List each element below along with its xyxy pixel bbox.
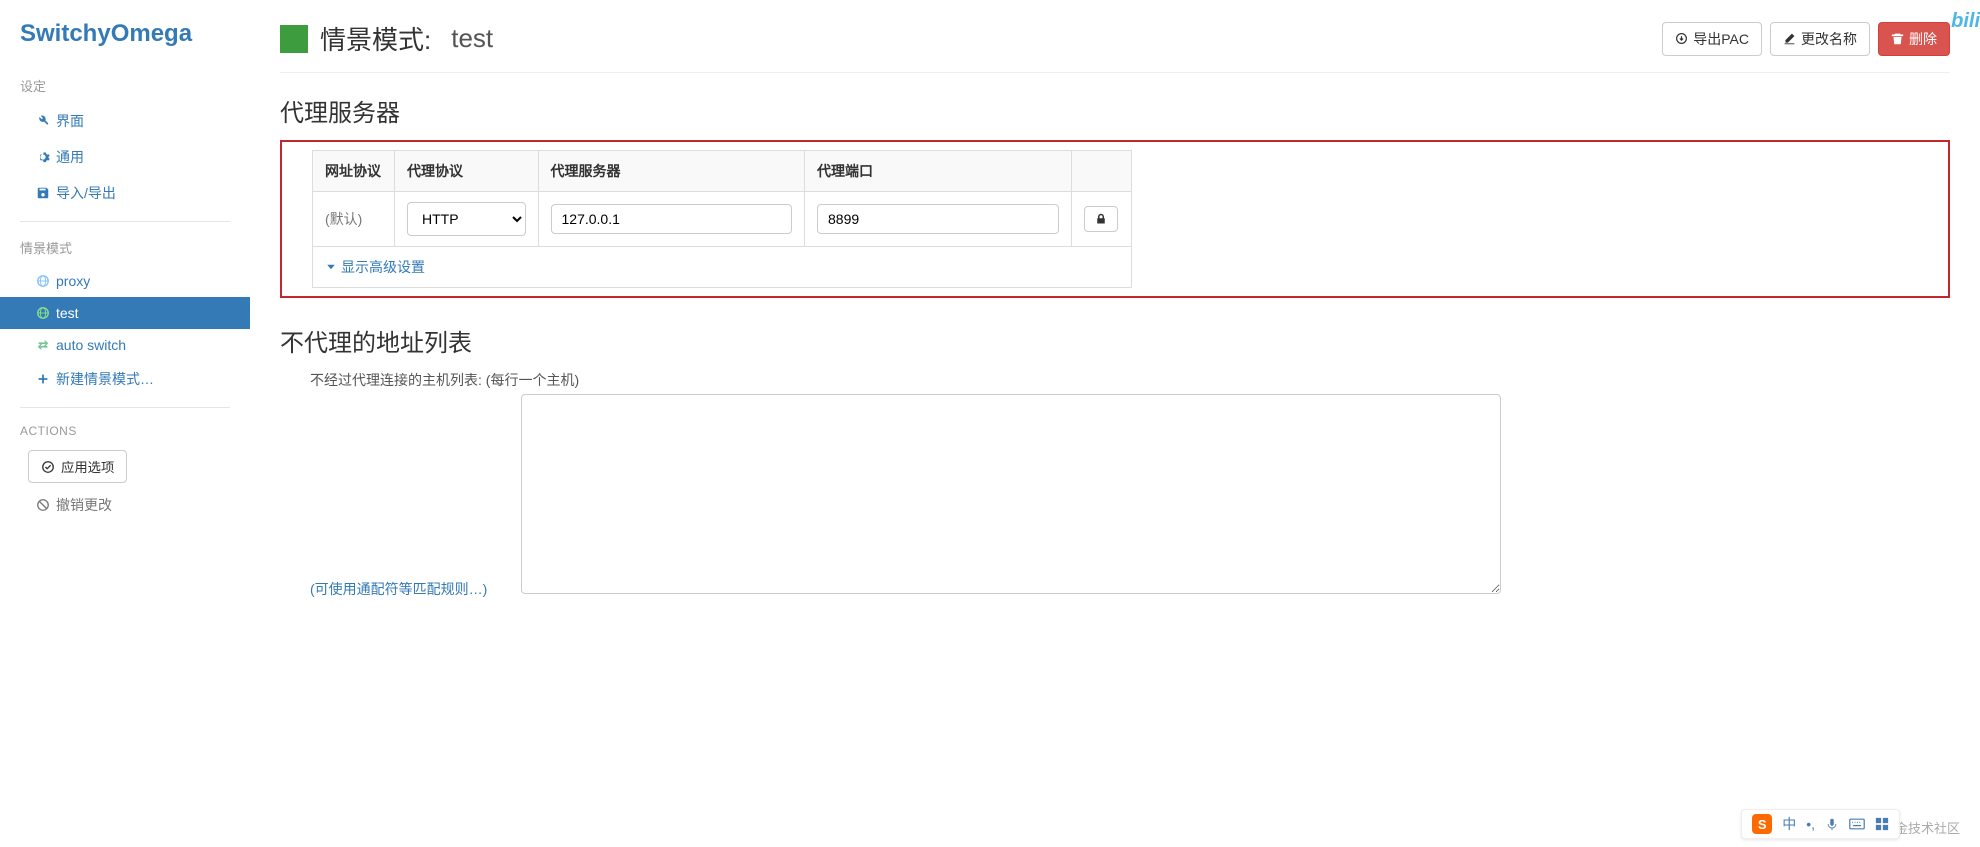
sidebar: SwitchyOmega 设定 界面 通用 导入/导出 情景模式 pro (0, 0, 250, 847)
mic-icon[interactable] (1825, 817, 1839, 831)
sidebar-label: 通用 (56, 147, 84, 167)
bypass-section-title: 不代理的地址列表 (280, 323, 1950, 358)
sidebar-label: test (56, 305, 79, 321)
sidebar-label: 导入/导出 (56, 183, 116, 203)
check-icon (41, 460, 55, 474)
ime-toolbar: S 中 •, (1741, 809, 1900, 839)
proxy-section-title: 代理服务器 (280, 93, 1950, 128)
rename-button[interactable]: 更改名称 (1770, 22, 1870, 56)
col-protocol: 代理协议 (395, 151, 539, 192)
divider (20, 407, 230, 408)
col-actions (1071, 151, 1132, 192)
col-server: 代理服务器 (538, 151, 805, 192)
server-input[interactable] (551, 204, 793, 234)
col-scheme: 网址协议 (313, 151, 395, 192)
protocol-select[interactable]: HTTP (407, 202, 526, 236)
proxy-row-default: (默认) HTTP (313, 192, 1132, 247)
settings-header: 设定 (0, 68, 250, 103)
show-advanced-link[interactable]: 显示高级设置 (325, 257, 425, 277)
brand-logo: SwitchyOmega (0, 20, 250, 68)
watermark-top: bili (1951, 10, 1980, 33)
sidebar-item-import-export[interactable]: 导入/导出 (0, 175, 250, 211)
bypass-textarea[interactable] (521, 394, 1501, 594)
page-title-prefix: 情景模式: (320, 20, 431, 57)
apply-options-button[interactable]: 应用选项 (28, 450, 127, 483)
sidebar-profile-test[interactable]: test (0, 297, 250, 329)
sidebar-item-interface[interactable]: 界面 (0, 103, 250, 139)
port-input[interactable] (817, 204, 1059, 234)
delete-button[interactable]: 删除 (1878, 22, 1950, 56)
chevron-down-icon (325, 261, 337, 273)
sidebar-new-profile[interactable]: 新建情景模式… (0, 361, 250, 397)
save-icon (36, 186, 50, 200)
page-header: 情景模式: test 导出PAC 更改名称 删除 (280, 20, 1950, 73)
advanced-row: 显示高级设置 (313, 247, 1132, 288)
ban-icon (36, 498, 50, 512)
trash-icon (1891, 32, 1904, 45)
proxy-table: 网址协议 代理协议 代理服务器 代理端口 (默认) HTTP (312, 150, 1132, 288)
grid-icon[interactable] (1875, 817, 1889, 831)
bypass-description: 不经过代理连接的主机列表: (每行一个主机) (310, 370, 1950, 390)
ime-punct[interactable]: •, (1806, 816, 1815, 832)
edit-icon (1783, 32, 1796, 45)
col-port: 代理端口 (805, 151, 1072, 192)
main-content: 情景模式: test 导出PAC 更改名称 删除 代理服务器 (250, 0, 1980, 847)
ime-lang[interactable]: 中 (1782, 814, 1796, 834)
discard-label: 撤销更改 (56, 495, 112, 515)
bypass-wildcard-link[interactable]: (可使用通配符等匹配规则…) (310, 579, 487, 599)
sidebar-label: auto switch (56, 337, 126, 353)
apply-label: 应用选项 (61, 457, 114, 476)
wrench-icon (36, 114, 50, 128)
discard-changes[interactable]: 撤销更改 (0, 487, 250, 523)
scheme-cell: (默认) (313, 192, 395, 247)
globe-icon (36, 274, 50, 288)
auth-lock-button[interactable] (1084, 206, 1118, 232)
download-icon (1675, 32, 1688, 45)
transfer-icon (36, 338, 50, 352)
sidebar-profile-proxy[interactable]: proxy (0, 265, 250, 297)
sidebar-profile-autoswitch[interactable]: auto switch (0, 329, 250, 361)
sidebar-item-general[interactable]: 通用 (0, 139, 250, 175)
profiles-header: 情景模式 (0, 230, 250, 265)
keyboard-icon[interactable] (1849, 818, 1865, 830)
plus-icon (36, 372, 50, 386)
sogou-icon[interactable]: S (1752, 814, 1772, 834)
lock-icon (1095, 213, 1107, 225)
gear-icon (36, 150, 50, 164)
sidebar-label: 界面 (56, 111, 84, 131)
sidebar-label: proxy (56, 273, 90, 289)
globe-icon (36, 306, 50, 320)
actions-header: ACTIONS (0, 416, 250, 446)
sidebar-label: 新建情景模式… (56, 369, 154, 389)
profile-color-swatch[interactable] (280, 25, 308, 53)
export-pac-button[interactable]: 导出PAC (1662, 22, 1762, 56)
profile-name: test (451, 23, 493, 54)
proxy-highlight-box: 网址协议 代理协议 代理服务器 代理端口 (默认) HTTP (280, 140, 1950, 298)
divider (20, 221, 230, 222)
